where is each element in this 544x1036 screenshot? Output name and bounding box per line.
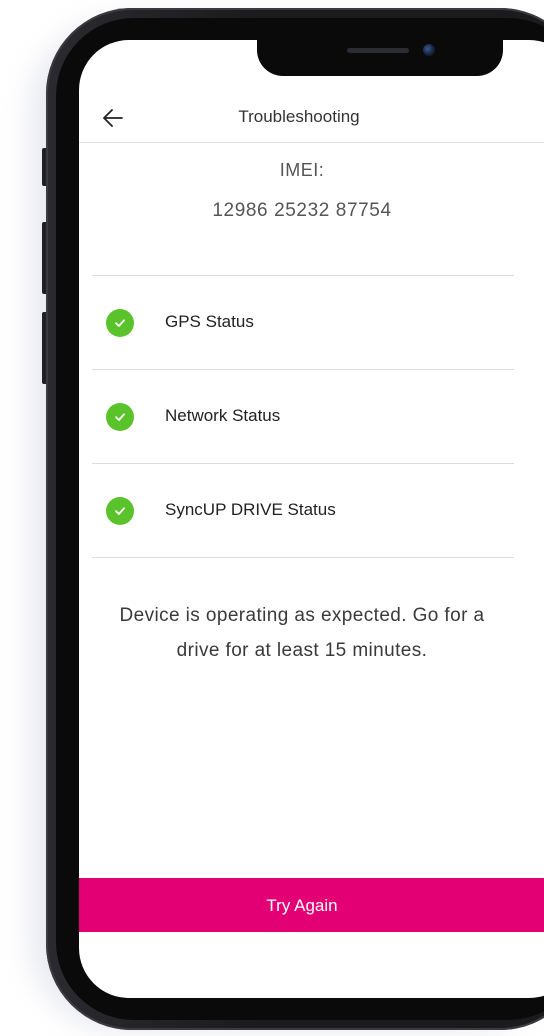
divider bbox=[92, 557, 514, 558]
page-title: Troubleshooting bbox=[238, 107, 360, 126]
status-row-syncup-drive: SyncUP DRIVE Status bbox=[92, 464, 514, 556]
top-bar: Troubleshooting bbox=[79, 94, 544, 143]
app-stage: Troubleshooting IMEI: 12986 25232 87754 … bbox=[0, 0, 544, 1036]
back-button[interactable] bbox=[99, 104, 127, 132]
arrow-left-icon bbox=[103, 109, 123, 127]
speaker-grille bbox=[347, 48, 409, 53]
status-row-gps: GPS Status bbox=[92, 276, 514, 368]
check-circle-icon bbox=[106, 497, 134, 525]
status-label: SyncUP DRIVE Status bbox=[165, 500, 336, 519]
status-row-network: Network Status bbox=[92, 370, 514, 462]
try-again-label: Try Again bbox=[266, 896, 338, 915]
imei-value: 12986 25232 87754 bbox=[212, 200, 392, 221]
front-camera bbox=[423, 44, 435, 56]
phone-screen: Troubleshooting IMEI: 12986 25232 87754 … bbox=[79, 40, 544, 998]
notch bbox=[257, 40, 503, 76]
check-circle-icon bbox=[106, 403, 134, 431]
try-again-button[interactable]: Try Again bbox=[79, 878, 544, 932]
status-message: Device is operating as expected. Go for … bbox=[119, 605, 485, 661]
status-label: GPS Status bbox=[165, 312, 254, 331]
imei-label: IMEI: bbox=[279, 160, 325, 180]
status-label: Network Status bbox=[165, 406, 281, 425]
check-circle-icon bbox=[106, 309, 134, 337]
